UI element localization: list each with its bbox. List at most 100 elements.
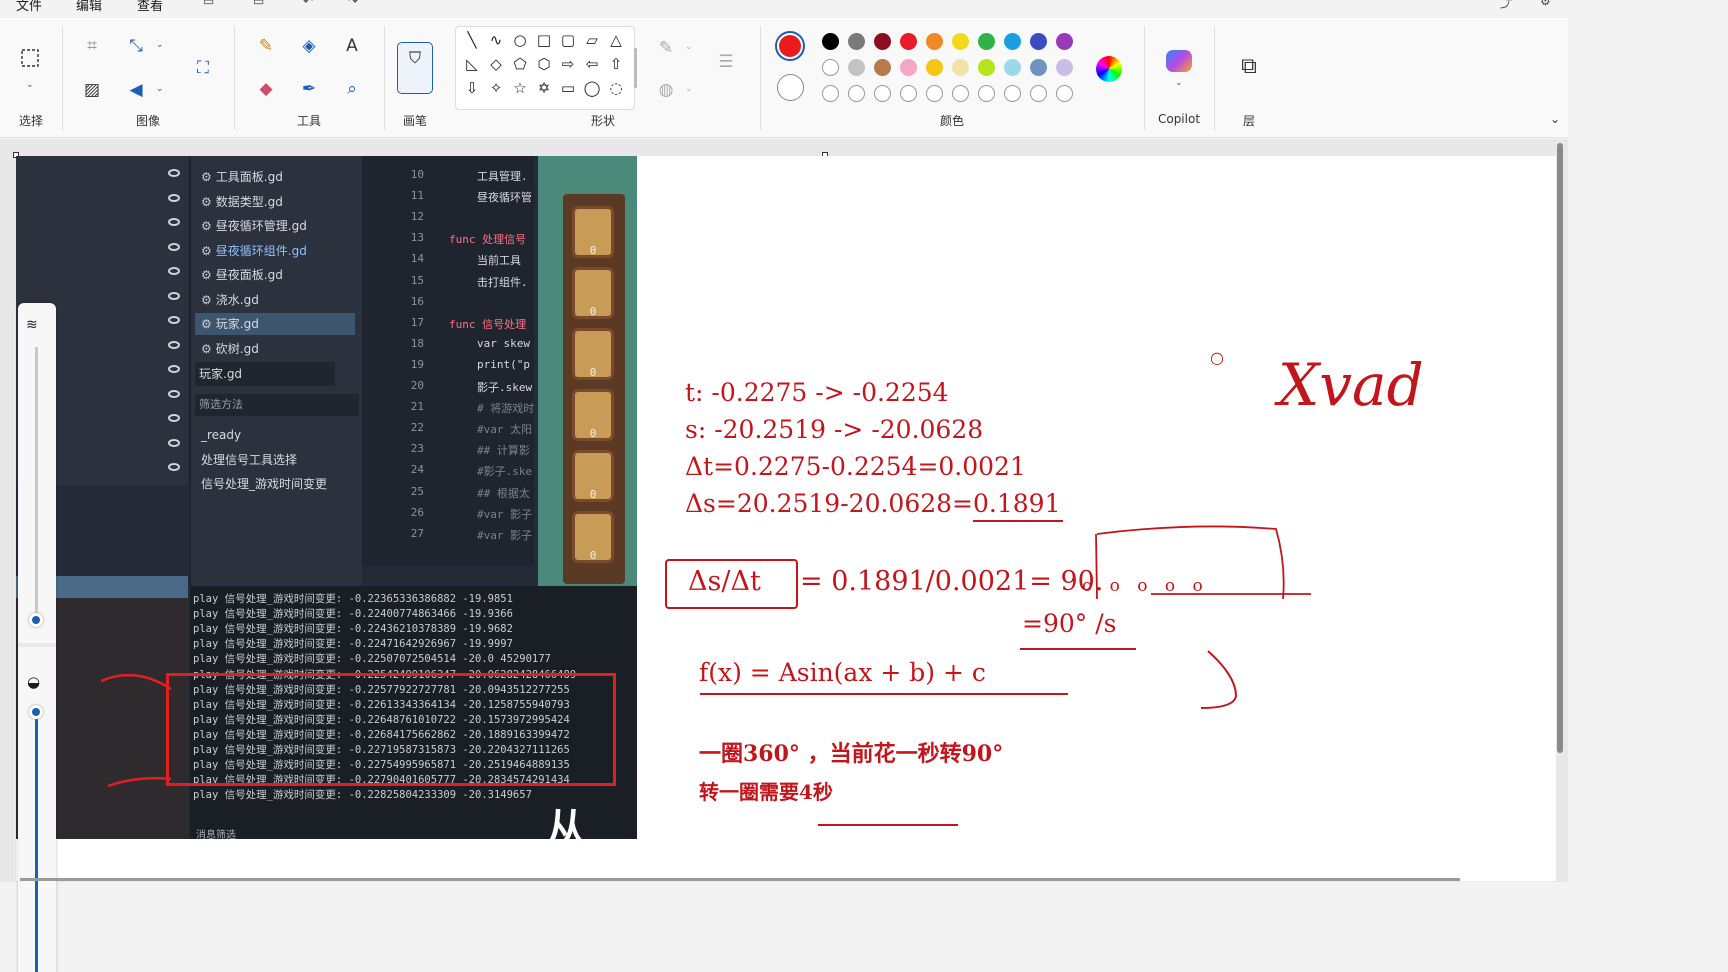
opacity-thumb[interactable] [29,705,43,719]
color-swatch[interactable] [848,33,865,50]
line-shape-icon[interactable]: ╲ [461,29,483,51]
custom-color-slot[interactable] [874,85,891,102]
diamond-shape-icon[interactable]: ◇ [485,53,507,75]
color-swatch[interactable] [848,59,865,76]
oval-shape-icon[interactable]: ○ [509,29,531,51]
color-swatch[interactable] [822,33,839,50]
horizontal-scrollbar[interactable] [20,878,1460,881]
up-arrow-shape-icon[interactable]: ⇧ [605,53,627,75]
rounded-rect-shape-icon[interactable]: ▢ [557,29,579,51]
settings-icon[interactable]: ⚙ [1540,0,1551,8]
stroke-size-icon[interactable]: ☰ [712,48,740,76]
save-icon[interactable]: ▭ [203,0,214,8]
color-swatch[interactable] [1004,33,1021,50]
menu-view[interactable]: 查看 [137,0,163,14]
script-file-item[interactable]: ⚙ 工具面板.gd [195,166,355,188]
collapse-ribbon-icon[interactable]: ⌄ [1550,112,1560,126]
custom-color-slot[interactable] [900,85,917,102]
custom-color-slot[interactable] [978,85,995,102]
color-swatch[interactable] [978,59,995,76]
color-swatch[interactable] [1030,33,1047,50]
six-point-star-icon[interactable]: ✡ [533,77,555,99]
menu-file[interactable]: 文件 [16,0,42,14]
primary-color[interactable] [775,31,805,61]
right-triangle-shape-icon[interactable]: ◺ [461,53,483,75]
callout-cloud-icon[interactable]: ◌ [605,77,627,99]
remove-background-icon[interactable]: ▨ [78,76,106,104]
script-file-item[interactable]: ⚙ 昼夜循环组件.gd [195,240,355,262]
color-picker-icon[interactable]: ✒ [295,75,323,103]
layers-icon[interactable]: ⧉ [1235,52,1263,80]
image-generator-icon[interactable]: ⛶ [189,54,217,82]
color-swatch[interactable] [874,59,891,76]
code-editor[interactable]: 10 工具管理. 11 昼夜循环管 12 13 func 处理信号 14 当前工具 15 击打组件.… [362,156,534,566]
secondary-color[interactable] [777,74,804,101]
redo-icon[interactable]: ↷ [348,0,358,8]
color-swatch[interactable] [952,59,969,76]
size-thumb[interactable] [29,613,43,627]
script-file-item[interactable]: ⚙ 浇水.gd [195,289,355,311]
script-file-item[interactable]: ⚙ 昼夜循环管理.gd [195,215,355,237]
custom-color-slot[interactable] [822,85,839,102]
color-swatch[interactable] [926,59,943,76]
fill-icon[interactable]: ◍ [652,76,680,104]
callout-oval-icon[interactable]: ◯ [581,77,603,99]
rectangle-shape-icon[interactable]: □ [533,29,555,51]
resize-icon[interactable]: ⤡ [122,32,150,60]
pentagon-shape-icon[interactable]: ⬠ [509,53,531,75]
four-point-star-icon[interactable]: ✧ [485,77,507,99]
crop-icon[interactable]: ⌗ [78,32,106,60]
chevron-down-icon[interactable]: ⌄ [156,40,164,50]
undo-icon[interactable]: ↶ [303,0,313,8]
copilot-icon[interactable] [1166,50,1192,72]
custom-color-slot[interactable] [1004,85,1021,102]
custom-color-slot[interactable] [926,85,943,102]
text-icon[interactable]: A [338,32,366,60]
eraser-icon[interactable]: ◆ [252,75,280,103]
color-swatch[interactable] [822,59,839,76]
chevron-down-icon[interactable]: ⌄ [1175,78,1183,88]
curve-shape-icon[interactable]: ∿ [485,29,507,51]
left-arrow-shape-icon[interactable]: ⇦ [581,53,603,75]
right-arrow-shape-icon[interactable]: ⇨ [557,53,579,75]
script-file-item[interactable]: ⚙ 数据类型.gd [195,191,355,213]
callout-rect-icon[interactable]: ▭ [557,77,579,99]
custom-color-slot[interactable] [1030,85,1047,102]
size-track[interactable] [35,347,38,617]
script-file-item[interactable]: ⚙ 砍树.gd [195,338,355,360]
triangle-shape-icon[interactable]: △ [605,29,627,51]
fill-bucket-icon[interactable]: ◈ [295,32,323,60]
color-swatch[interactable] [1004,59,1021,76]
color-swatch[interactable] [1030,59,1047,76]
current-script-field[interactable]: 玩家.gd [195,362,335,386]
color-swatch[interactable] [900,59,917,76]
method-item[interactable]: 信号处理_游戏时间变更 [195,473,355,495]
open-icon[interactable]: ▭ [253,0,264,8]
script-file-item[interactable]: ⚙ 昼夜面板.gd [195,264,355,286]
brush-icon[interactable]: ⛉ [397,42,433,94]
rect-select-icon[interactable] [16,44,44,72]
color-swatch[interactable] [900,33,917,50]
down-arrow-shape-icon[interactable]: ⇩ [461,77,483,99]
rotate-icon[interactable]: ◀ [122,76,150,104]
chevron-down-icon[interactable]: ⌄ [156,84,164,94]
menu-edit[interactable]: 编辑 [76,0,102,14]
five-point-star-icon[interactable]: ☆ [509,77,531,99]
drawing-canvas[interactable]: ⚙ 工具面板.gd ⚙ 数据类型.gd ⚙ 昼夜循环管理.gd ⚙ 昼夜循环组件.gd ⚙ 昼夜面… [16,156,1556,881]
custom-color-slot[interactable] [952,85,969,102]
script-file-item[interactable]: ⚙ 玩家.gd [195,313,355,335]
color-swatch[interactable] [978,33,995,50]
polygon-shape-icon[interactable]: ▱ [581,29,603,51]
outline-icon[interactable]: ✎ [652,34,680,62]
method-item[interactable]: _ready [195,424,355,446]
method-item[interactable]: 处理信号工具选择 [195,449,355,471]
color-swatch[interactable] [1056,33,1073,50]
pencil-icon[interactable]: ✎ [252,32,280,60]
share-icon[interactable]: ⤴ [1500,0,1512,11]
custom-color-slot[interactable] [1056,85,1073,102]
chevron-down-icon[interactable]: ⌄ [26,80,34,90]
vertical-scrollbar[interactable] [1557,143,1563,753]
opacity-track[interactable] [35,713,38,972]
chevron-down-icon[interactable]: ⌄ [685,42,693,52]
color-swatch[interactable] [874,33,891,50]
